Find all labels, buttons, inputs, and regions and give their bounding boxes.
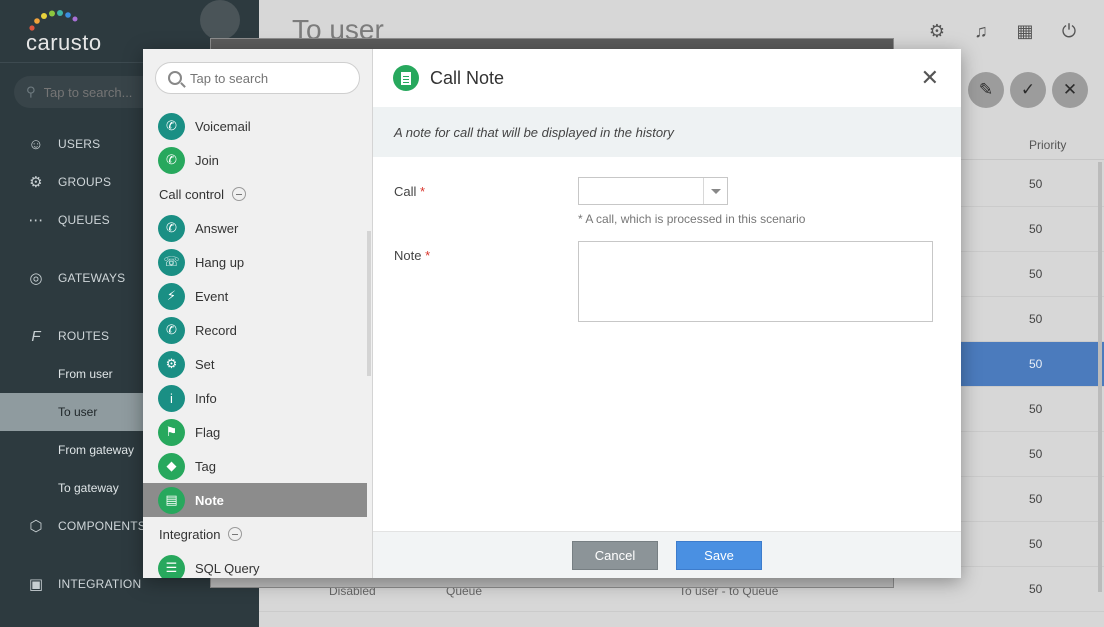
record-icon: ✆ — [158, 316, 185, 344]
apps-grid-icon[interactable]: ▦ — [1014, 20, 1036, 42]
palette-item-note[interactable]: ▤ Note — [143, 483, 367, 517]
database-icon: ☰ — [158, 554, 185, 578]
queues-icon: ⋯ — [28, 212, 44, 229]
call-select[interactable] — [578, 177, 728, 205]
fx-icon: f — [31, 327, 41, 345]
priority-column-header[interactable]: Priority — [1029, 138, 1066, 152]
call-note-modal: ✆ Voicemail ✆ Join Call control ✆ Answer… — [143, 49, 961, 578]
search-icon: ⚲ — [26, 84, 36, 99]
answer-icon: ✆ — [158, 214, 185, 242]
logo-text: carusto — [26, 30, 102, 55]
globe-icon: ◎ — [29, 270, 43, 287]
set-icon: ⚙ — [158, 350, 185, 378]
top-toolbar: ⚙ ♫ ▦ ⏻ — [926, 20, 1080, 42]
palette-item-sql-query[interactable]: ☰ SQL Query — [143, 551, 367, 578]
dialog-header: Call Note — [373, 49, 961, 107]
palette-item-join[interactable]: ✆ Join — [143, 143, 367, 177]
sidebar-item-label: USERS — [58, 137, 101, 151]
route-actions: ✎ ✓ ✕ — [968, 72, 1088, 108]
call-note-form: Call Note ✕ A note for call that will be… — [373, 49, 961, 578]
sidebar-item-label: ROUTES — [58, 329, 110, 343]
join-icon: ✆ — [158, 146, 185, 174]
dialog-description: A note for call that will be displayed i… — [373, 107, 961, 157]
palette-search[interactable] — [155, 62, 360, 94]
close-icon[interactable]: ✕ — [921, 67, 939, 89]
collapse-minus-icon[interactable] — [228, 527, 243, 541]
power-icon[interactable]: ⏻ — [1058, 20, 1080, 42]
call-field-label: Call * — [394, 184, 426, 199]
palette-section-integration[interactable]: Integration — [159, 524, 243, 544]
cancel-close-icon[interactable]: ✕ — [1052, 72, 1088, 108]
dialog-footer: Cancel Save — [373, 531, 961, 578]
logo-arc-icon — [29, 10, 78, 31]
note-textarea[interactable] — [578, 241, 933, 322]
settings-gears-icon[interactable]: ⚙ — [926, 20, 948, 42]
sidebar-item-label: GROUPS — [58, 175, 112, 189]
gear-icon — [200, 0, 240, 40]
required-marker: * — [425, 248, 431, 263]
notifications-bell-icon[interactable]: ♫ — [970, 20, 992, 42]
confirm-check-icon[interactable]: ✓ — [1010, 72, 1046, 108]
main-scrollbar[interactable] — [1098, 162, 1102, 592]
chevron-down-icon[interactable] — [703, 178, 727, 204]
save-button[interactable]: Save — [676, 541, 762, 570]
integration-icon: ▣ — [28, 576, 44, 593]
palette-item-set[interactable]: ⚙ Set — [143, 347, 367, 381]
dialog-title: Call Note — [430, 67, 505, 88]
palette-item-record[interactable]: ✆ Record — [143, 313, 367, 347]
palette-item-event[interactable]: ⚡ Event — [143, 279, 367, 313]
search-icon — [168, 71, 182, 85]
palette-item-tag[interactable]: ◆ Tag — [143, 449, 367, 483]
edit-pencil-icon[interactable]: ✎ — [968, 72, 1004, 108]
sidebar-item-label: GATEWAYS — [58, 271, 126, 285]
palette-search-input[interactable] — [190, 70, 340, 86]
required-marker: * — [420, 184, 426, 199]
palette-item-hang-up[interactable]: ☏ Hang up — [143, 245, 367, 279]
sidebar-item-label: QUEUES — [58, 213, 110, 227]
palette-item-answer[interactable]: ✆ Answer — [143, 211, 367, 245]
cancel-button[interactable]: Cancel — [572, 541, 658, 570]
palette-item-voicemail[interactable]: ✆ Voicemail — [143, 109, 367, 143]
sidebar-item-label: COMPONENTS — [58, 519, 147, 533]
note-icon: ▤ — [158, 486, 185, 514]
sidebar-item-label: INTEGRATION — [58, 577, 142, 591]
groups-icon: ⚙ — [29, 174, 43, 191]
user-icon: ☺ — [28, 135, 44, 153]
cube-icon: ⬡ — [29, 518, 43, 535]
voicemail-icon: ✆ — [158, 112, 185, 140]
flag-icon: ⚑ — [158, 418, 185, 446]
palette-item-flag[interactable]: ⚑ Flag — [143, 415, 367, 449]
palette-section-call-control[interactable]: Call control — [159, 184, 247, 204]
component-palette: ✆ Voicemail ✆ Join Call control ✆ Answer… — [143, 49, 373, 578]
carusto-logo[interactable]: carusto — [26, 10, 102, 56]
call-field-hint: * A call, which is processed in this sce… — [578, 212, 806, 226]
palette-scrollbar[interactable] — [367, 231, 371, 376]
palette-item-info[interactable]: i Info — [143, 381, 367, 415]
document-icon — [393, 65, 419, 91]
event-icon: ⚡ — [158, 282, 185, 310]
hangup-icon: ☏ — [158, 248, 185, 276]
collapse-minus-icon[interactable] — [232, 187, 247, 201]
tag-icon: ◆ — [158, 452, 185, 480]
info-icon: i — [158, 384, 185, 412]
note-field-label: Note * — [394, 248, 431, 263]
